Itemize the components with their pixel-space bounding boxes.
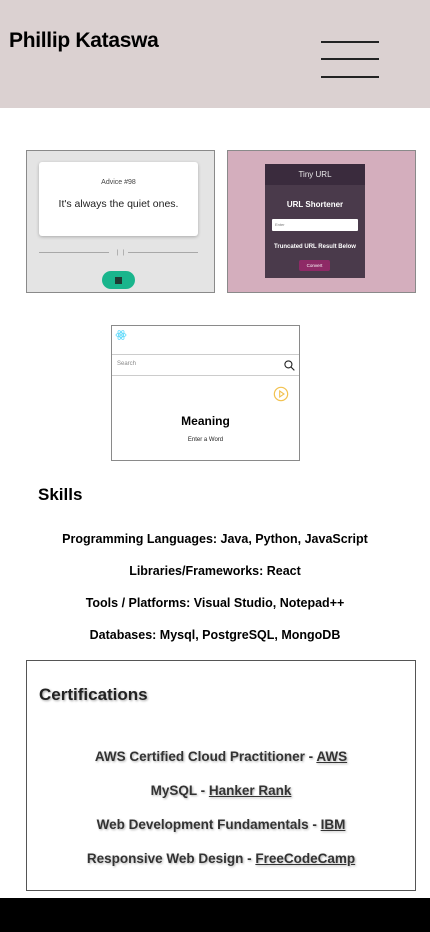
skill-line: Programming Languages: Java, Python, Jav… xyxy=(62,532,368,546)
divider xyxy=(128,252,198,253)
dictionary-word: Meaning xyxy=(181,414,230,428)
site-footer xyxy=(0,898,430,932)
play-audio-icon xyxy=(273,386,289,402)
tiny-url-input: Enter xyxy=(272,219,358,231)
menu-bar xyxy=(321,41,379,43)
pause-icon: ❙❙ xyxy=(115,250,128,256)
advice-card: Advice #98 It's always the quiet ones. xyxy=(39,162,198,236)
certification-name: Web Development Fundamentals - xyxy=(96,817,321,832)
menu-bar xyxy=(321,58,379,60)
certifications-heading: Certifications xyxy=(39,685,148,704)
certification-item: Web Development Fundamentals - IBM xyxy=(27,817,415,832)
search-icon xyxy=(284,360,295,371)
dice-icon xyxy=(115,277,122,284)
certification-issuer-link[interactable]: FreeCodeCamp xyxy=(255,851,355,866)
menu-icon[interactable] xyxy=(318,36,382,82)
site-title[interactable]: Phillip Kataswa xyxy=(9,29,159,53)
certification-item: AWS Certified Cloud Practitioner - AWS xyxy=(27,749,415,764)
skill-line: Libraries/Frameworks: React xyxy=(129,564,301,578)
project-dictionary-thumbnail[interactable]: Search Meaning Enter a Word xyxy=(111,325,300,461)
certification-issuer-link[interactable]: Hanker Rank xyxy=(209,783,292,798)
skill-line: Tools / Platforms: Visual Studio, Notepa… xyxy=(85,596,345,610)
menu-bar xyxy=(321,76,379,78)
divider xyxy=(39,252,109,253)
react-logo-icon xyxy=(115,330,127,340)
tiny-url-subtitle: URL Shortener xyxy=(286,200,344,209)
skills-heading: Skills xyxy=(38,485,83,504)
dictionary-search-bar: Search xyxy=(112,354,299,376)
dictionary-hint: Enter a Word xyxy=(187,437,224,443)
dice-button xyxy=(102,271,135,289)
certification-name: Responsive Web Design - xyxy=(86,851,256,866)
project-tiny-url-thumbnail[interactable]: Tiny URL URL Shortener Enter Truncated U… xyxy=(227,150,416,293)
certification-issuer-link[interactable]: IBM xyxy=(321,817,346,832)
advice-number: Advice #98 xyxy=(101,179,136,186)
certification-name: MySQL - xyxy=(150,783,209,798)
certification-name: AWS Certified Cloud Practitioner - xyxy=(94,749,317,764)
tiny-url-panel: Tiny URL URL Shortener Enter Truncated U… xyxy=(265,164,365,278)
tiny-url-title: Tiny URL xyxy=(265,164,365,185)
project-advice-thumbnail[interactable]: Advice #98 It's always the quiet ones. ❙… xyxy=(26,150,215,293)
convert-button: Convert xyxy=(299,260,330,271)
certification-issuer-link[interactable]: AWS xyxy=(316,749,347,764)
skill-line: Databases: Mysql, PostgreSQL, MongoDB xyxy=(89,628,341,642)
site-header: Phillip Kataswa xyxy=(0,0,430,108)
certifications-section: Certifications AWS Certified Cloud Pract… xyxy=(26,660,416,891)
certification-item: Responsive Web Design - FreeCodeCamp xyxy=(27,851,415,866)
search-placeholder: Search xyxy=(117,361,137,367)
advice-quote: It's always the quiet ones. xyxy=(58,198,179,210)
tiny-url-result-label: Truncated URL Result Below xyxy=(274,244,356,250)
certification-item: MySQL - Hanker Rank xyxy=(27,783,415,798)
